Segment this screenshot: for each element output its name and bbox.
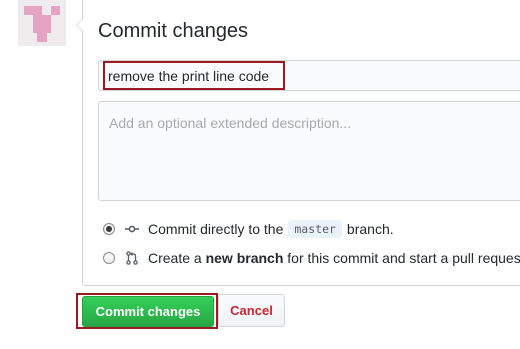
commit-directly-radio[interactable] [103,223,115,235]
identicon-icon [18,0,66,46]
option-new-branch[interactable]: Create a new branch for this commit and … [103,250,520,266]
new-branch-suffix: for this commit and start a pull request… [287,250,520,266]
new-branch-emphasis: new branch [205,250,284,266]
git-pull-request-icon [125,251,139,265]
new-branch-prefix: Create a [148,250,202,266]
git-commit-icon [125,222,139,236]
commit-summary-input[interactable] [108,66,508,86]
branch-name: master [288,220,342,238]
extended-description-textarea[interactable] [98,101,520,201]
commit-directly-label: Commit directly to the [148,221,284,237]
form-title: Commit changes [98,20,249,42]
option-commit-directly[interactable]: Commit directly to the master branch. [103,220,394,238]
commit-directly-suffix: branch. [346,221,394,237]
new-branch-radio[interactable] [103,252,115,264]
avatar [18,0,66,46]
cancel-button[interactable]: Cancel [218,294,285,327]
commit-changes-button[interactable]: Commit changes [82,296,214,327]
